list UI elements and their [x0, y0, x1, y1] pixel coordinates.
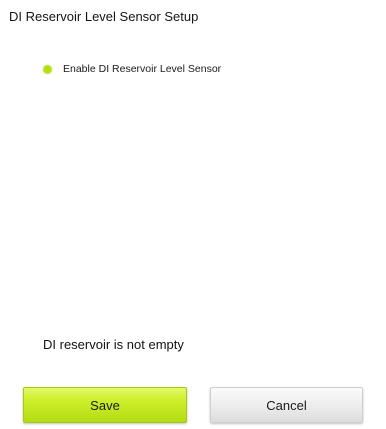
enable-sensor-option[interactable]: Enable DI Reservoir Level Sensor: [43, 62, 221, 76]
cancel-button[interactable]: Cancel: [210, 387, 363, 423]
save-button[interactable]: Save: [23, 387, 187, 423]
dialog-title: DI Reservoir Level Sensor Setup: [9, 9, 199, 24]
radio-selected-icon[interactable]: [43, 64, 52, 74]
enable-sensor-label: Enable DI Reservoir Level Sensor: [63, 63, 222, 75]
reservoir-status-text: DI reservoir is not empty: [43, 337, 184, 352]
